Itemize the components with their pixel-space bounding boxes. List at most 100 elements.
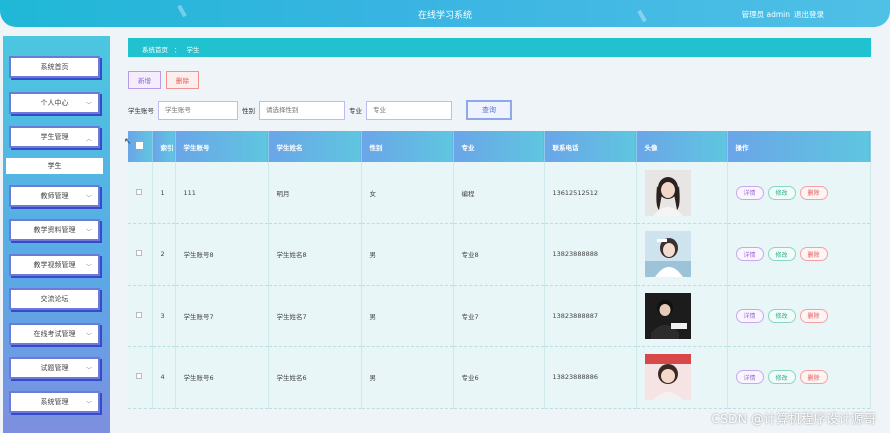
sidebar-item-label: 教学资料管理 [33, 226, 76, 234]
sidebar-subitem-label: 学生 [47, 162, 62, 170]
major-cell: 专业8 [453, 223, 545, 286]
account-cell: 学生账号6 [175, 346, 269, 409]
gender-cell: 男 [361, 223, 454, 286]
phone-cell: 13823888888 [544, 223, 637, 286]
sidebar-subitem-student[interactable]: 学生 [6, 158, 103, 174]
search-button[interactable]: 查询 [466, 100, 512, 120]
avatar-cell [636, 285, 728, 347]
gender-select[interactable] [259, 100, 345, 120]
index-cell: 4 [152, 346, 176, 409]
action-bar: 新增 删除 [128, 71, 199, 89]
sidebar-item-label: 交流论坛 [40, 295, 69, 303]
sidebar-item-label: 学生管理 [40, 133, 69, 141]
avatar [644, 354, 691, 401]
row-select-cell [128, 223, 153, 286]
logout-link[interactable]: 退出登录 [794, 9, 824, 20]
avatar-cell [636, 346, 728, 409]
edit-button[interactable]: 修改 [767, 247, 796, 262]
actions-cell: 详情 修改 删除 [727, 223, 871, 286]
chevron-down-icon: ﹀ [85, 367, 92, 374]
sidebar-item-label: 系统管理 [40, 398, 69, 406]
avatar [644, 169, 691, 216]
actions-cell: 详情 修改 删除 [727, 162, 871, 224]
sidebar-item-forum[interactable]: 交流论坛 [9, 288, 100, 310]
major-cell: 编程 [453, 162, 545, 224]
watermark: CSDN @计算机程序设计源哥 [711, 411, 876, 426]
column-header: 专业 [453, 131, 545, 162]
main-content: 系统首页 ： 学生 新增 删除 学生账号 性别 专业 查询 索引 学生账号 学生… [128, 38, 871, 409]
major-cell: 专业7 [453, 285, 545, 347]
sidebar-item-exams[interactable]: 在线考试管理 ﹀ [9, 323, 100, 345]
gender-cell: 男 [361, 285, 454, 347]
row-select-cell [128, 346, 153, 409]
breadcrumb-home[interactable]: 系统首页 [142, 44, 168, 54]
sidebar-item-home[interactable]: 系统首页 [9, 56, 100, 78]
name-cell: 学生姓名7 [268, 285, 362, 347]
name-cell: 学生姓名6 [268, 346, 362, 409]
detail-button[interactable]: 详情 [735, 308, 764, 323]
row-select-cell [128, 285, 153, 347]
table-row: 4 学生账号6 学生姓名6 男 专业6 13823888886 详情 修改 删除 [128, 346, 871, 409]
detail-button[interactable]: 详情 [735, 370, 764, 385]
column-header: 性别 [361, 131, 454, 162]
gender-cell: 男 [361, 346, 454, 409]
row-checkbox[interactable] [136, 311, 142, 318]
sidebar-item-teachers[interactable]: 教师管理 ﹀ [9, 185, 100, 207]
sidebar-item-profile[interactable]: 个人中心 ﹀ [9, 92, 100, 114]
delete-button[interactable]: 删除 [799, 370, 828, 385]
sidebar-item-label: 教学视频管理 [33, 261, 76, 269]
name-cell: 学生姓名8 [268, 223, 362, 286]
account-cell: 学生账号7 [175, 285, 269, 347]
student-table: 索引 学生账号 学生姓名 性别 专业 联系电话 头像 操作 1 111 明月 女… [128, 131, 871, 409]
account-cell: 111 [175, 162, 269, 224]
row-checkbox[interactable] [136, 188, 142, 195]
bulk-delete-button[interactable]: 删除 [166, 71, 199, 89]
account-search-input[interactable] [158, 100, 238, 120]
major-label: 专业 [349, 107, 362, 115]
delete-button[interactable]: 删除 [799, 247, 828, 262]
sidebar-item-students[interactable]: 学生管理 ︿ [9, 126, 100, 148]
edit-button[interactable]: 修改 [767, 185, 796, 200]
current-user-label: 管理员 admin [741, 10, 790, 19]
add-button[interactable]: 新增 [128, 71, 161, 89]
sidebar-item-questions[interactable]: 试题管理 ﹀ [9, 357, 100, 379]
avatar-cell [636, 162, 728, 224]
delete-button[interactable]: 删除 [799, 185, 828, 200]
sidebar-item-videos[interactable]: 教学视频管理 ﹀ [9, 254, 100, 276]
column-header: 头像 [636, 131, 728, 162]
edit-button[interactable]: 修改 [767, 370, 796, 385]
breadcrumb-current: 学生 [186, 46, 200, 54]
delete-button[interactable]: 删除 [799, 308, 828, 323]
sidebar-item-label: 个人中心 [40, 99, 69, 107]
avatar-cell [636, 223, 728, 286]
chevron-down-icon: ﹀ [85, 401, 92, 408]
row-checkbox[interactable] [136, 373, 142, 380]
row-checkbox[interactable] [136, 250, 142, 257]
top-header: 在线学习系统 管理员 admin 退出登录 [0, 0, 890, 27]
select-all-checkbox[interactable] [136, 142, 143, 149]
column-header: 联系电话 [544, 131, 637, 162]
detail-button[interactable]: 详情 [735, 185, 764, 200]
edit-button[interactable]: 修改 [767, 308, 796, 323]
index-cell: 2 [152, 223, 176, 286]
sidebar-item-materials[interactable]: 教学资料管理 ﹀ [9, 219, 100, 241]
chevron-down-icon: ﹀ [85, 333, 92, 340]
avatar [644, 292, 691, 339]
column-header: 学生账号 [175, 131, 269, 162]
column-header: 操作 [727, 131, 871, 162]
select-all-cell [128, 131, 153, 162]
chevron-down-icon: ﹀ [85, 229, 92, 236]
sidebar-item-label: 试题管理 [40, 364, 69, 372]
name-cell: 明月 [268, 162, 362, 224]
sidebar-item-system[interactable]: 系统管理 ﹀ [9, 391, 100, 413]
table-row: 2 学生账号8 学生姓名8 男 专业8 13823888888 详情 修改 删除 [128, 223, 871, 286]
detail-button[interactable]: 详情 [735, 247, 764, 262]
actions-cell: 详情 修改 删除 [727, 285, 871, 347]
major-search-input[interactable] [366, 100, 452, 120]
table-row: 3 学生账号7 学生姓名7 男 专业7 13823888887 详情 修改 删除 [128, 285, 871, 347]
sidebar: 系统首页 个人中心 ﹀ 学生管理 ︿ 学生 教师管理 ﹀ 教学资料管理 ﹀ 教学视频管理… [3, 36, 110, 433]
index-cell: 1 [152, 162, 176, 224]
chevron-down-icon: ﹀ [85, 264, 92, 271]
index-cell: 3 [152, 285, 176, 347]
search-bar: 学生账号 性别 专业 查询 [128, 100, 512, 120]
